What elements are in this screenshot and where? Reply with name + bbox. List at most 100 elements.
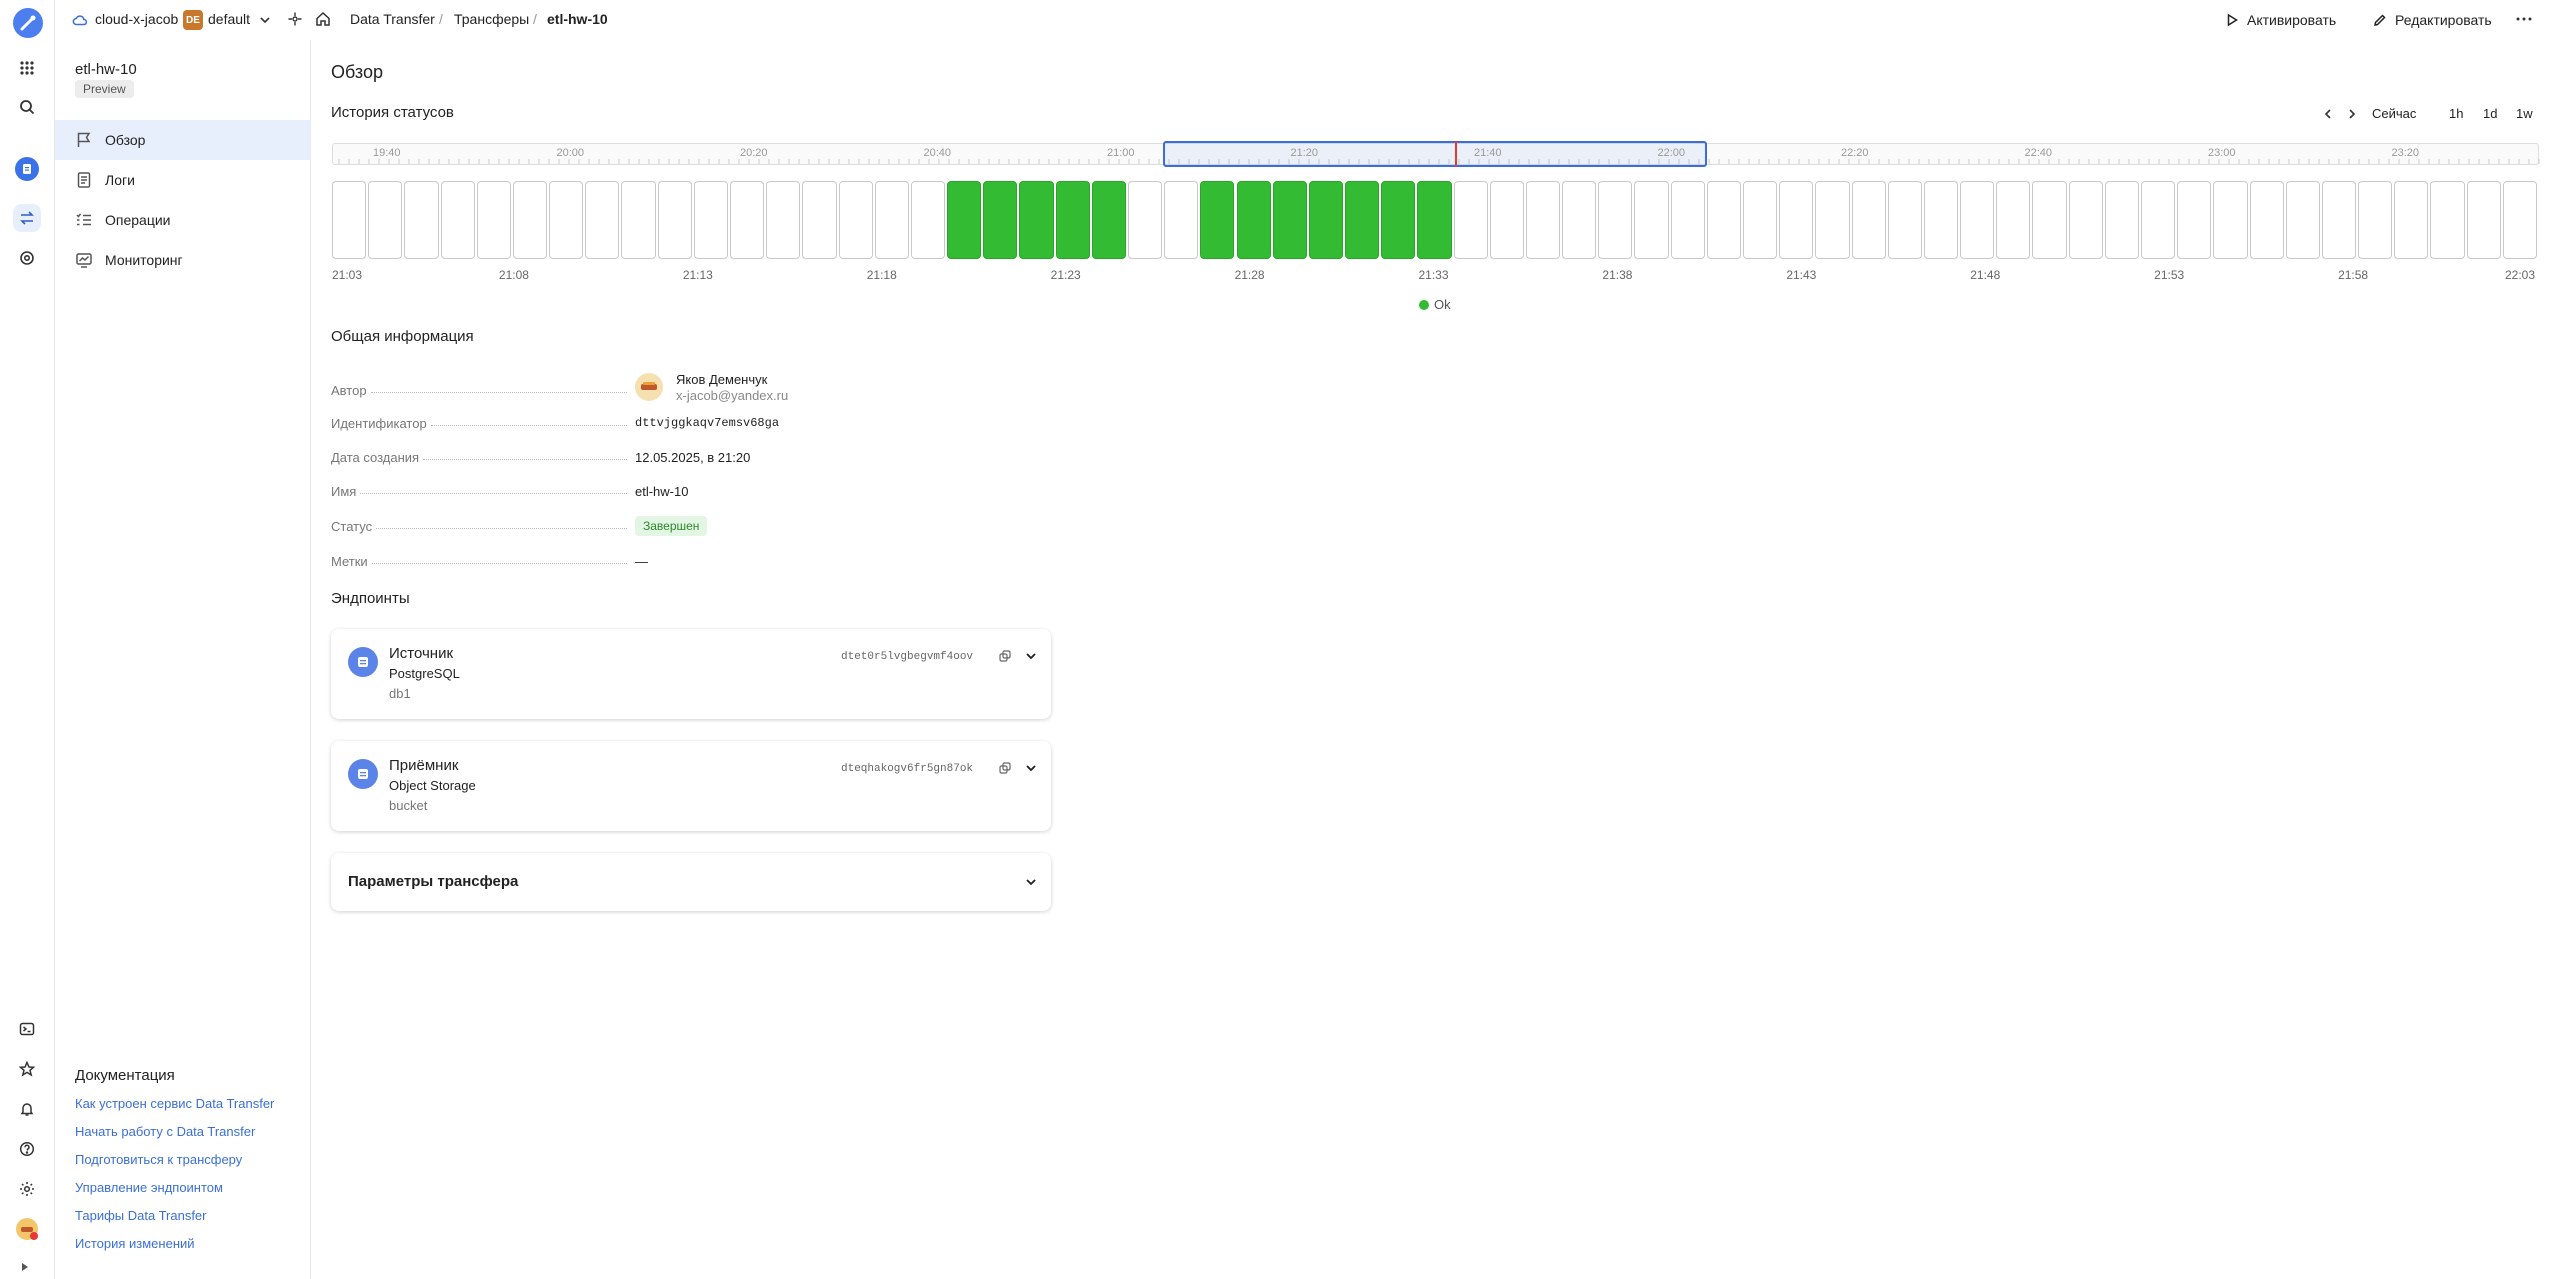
status-slot-empty[interactable]: [1779, 181, 1814, 259]
status-slot-ok[interactable]: [947, 181, 982, 259]
timeline-overview[interactable]: 19:40 20:00 20:20 20:40 21:00 21:20 21:40 22:00…: [332, 141, 2540, 167]
status-slot-ok[interactable]: [1019, 181, 1054, 259]
doc-link[interactable]: Как устроен сервис Data Transfer: [75, 1096, 274, 1111]
status-slot-ok[interactable]: [1055, 181, 1090, 259]
activate-button[interactable]: Активировать: [2225, 6, 2336, 34]
status-slot-ok[interactable]: [1200, 181, 1235, 259]
status-slot-empty[interactable]: [2141, 181, 2176, 259]
status-slot-empty[interactable]: [1562, 181, 1597, 259]
status-slot-empty[interactable]: [2032, 181, 2067, 259]
status-slot-empty[interactable]: [729, 181, 765, 259]
services-hub-icon[interactable]: [287, 11, 303, 27]
status-slot-empty[interactable]: [1706, 181, 1742, 259]
prev-period-chevron-left-icon[interactable]: [2321, 107, 2335, 121]
home-icon[interactable]: [315, 11, 331, 27]
status-slot-empty[interactable]: [1960, 181, 1995, 259]
expand-chevron-down-icon[interactable]: [1024, 875, 1038, 889]
star-icon[interactable]: [13, 1055, 41, 1083]
user-avatar[interactable]: [13, 1215, 41, 1243]
copy-icon[interactable]: [999, 762, 1011, 774]
more-actions-icon[interactable]: [2515, 10, 2533, 28]
status-slot-empty[interactable]: [1670, 181, 1705, 259]
status-slot-empty[interactable]: [440, 181, 475, 259]
status-slot-empty[interactable]: [2502, 181, 2537, 259]
status-slot-empty[interactable]: [2358, 181, 2393, 259]
status-slot-empty[interactable]: [1815, 181, 1850, 259]
timeline-window[interactable]: [1163, 141, 1707, 167]
doc-link[interactable]: Подготовиться к трансферу: [75, 1152, 242, 1167]
search-icon[interactable]: [13, 93, 41, 121]
status-slot-empty[interactable]: [1489, 181, 1524, 259]
status-slot-empty[interactable]: [657, 181, 692, 259]
logo-icon[interactable]: [13, 8, 43, 38]
status-slot-empty[interactable]: [1164, 181, 1199, 259]
sidebar-item-logs[interactable]: Логи: [55, 160, 311, 200]
endpoints-icon[interactable]: [13, 244, 41, 272]
status-slot-empty[interactable]: [1887, 181, 1922, 259]
status-slot-empty[interactable]: [476, 181, 511, 259]
range-1d-button[interactable]: 1d: [2483, 106, 2497, 121]
terminal-icon[interactable]: [13, 1015, 41, 1043]
status-slot-empty[interactable]: [1923, 181, 1959, 259]
help-icon[interactable]: [13, 1135, 41, 1163]
status-slot-empty[interactable]: [585, 181, 620, 259]
status-slot-empty[interactable]: [838, 181, 873, 259]
status-slot-empty[interactable]: [404, 181, 439, 259]
status-slot-empty[interactable]: [332, 181, 367, 259]
expand-chevron-down-icon[interactable]: [1024, 761, 1038, 775]
status-slot-empty[interactable]: [2068, 181, 2103, 259]
status-slot-ok[interactable]: [1345, 181, 1380, 259]
expand-chevron-down-icon[interactable]: [1024, 649, 1038, 663]
status-slot-ok[interactable]: [1091, 181, 1126, 259]
doc-link[interactable]: Начать работу с Data Transfer: [75, 1124, 255, 1139]
settings-gear-icon[interactable]: [13, 1175, 41, 1203]
service-datatransfer-icon[interactable]: [15, 157, 39, 181]
services-grid-icon[interactable]: [13, 54, 41, 82]
status-slot-empty[interactable]: [512, 181, 548, 259]
status-slot-empty[interactable]: [1453, 181, 1488, 259]
status-slot-empty[interactable]: [2466, 181, 2501, 259]
cloud-name[interactable]: cloud-x-jacob: [95, 11, 178, 27]
status-slot-empty[interactable]: [693, 181, 728, 259]
bell-icon[interactable]: [13, 1095, 41, 1123]
transfer-params-card[interactable]: Параметры трансфера: [331, 853, 1051, 911]
status-slot-ok[interactable]: [1236, 181, 1271, 259]
next-period-chevron-right-icon[interactable]: [2345, 107, 2359, 121]
status-slot-empty[interactable]: [2321, 181, 2357, 259]
status-slot-empty[interactable]: [1525, 181, 1561, 259]
status-slot-empty[interactable]: [1996, 181, 2031, 259]
status-slot-empty[interactable]: [2430, 181, 2465, 259]
status-slot-empty[interactable]: [910, 181, 946, 259]
range-1w-button[interactable]: 1w: [2516, 106, 2533, 121]
status-slot-ok[interactable]: [1417, 181, 1452, 259]
expand-rail-icon[interactable]: [20, 1262, 30, 1272]
doc-link[interactable]: История изменений: [75, 1236, 195, 1251]
transfers-icon[interactable]: [13, 204, 41, 232]
status-slot-empty[interactable]: [549, 181, 584, 259]
range-1h-button[interactable]: 1h: [2449, 106, 2463, 121]
status-slot-empty[interactable]: [2104, 181, 2139, 259]
status-slot-empty[interactable]: [802, 181, 837, 259]
breadcrumb-data-transfer[interactable]: Data Transfer: [350, 11, 435, 27]
edit-button[interactable]: Редактировать: [2373, 6, 2492, 34]
sidebar-item-monitoring[interactable]: Мониторинг: [55, 240, 311, 280]
status-slot-empty[interactable]: [368, 181, 403, 259]
status-slot-empty[interactable]: [2285, 181, 2320, 259]
status-slot-empty[interactable]: [1127, 181, 1163, 259]
status-slot-ok[interactable]: [1272, 181, 1307, 259]
status-slot-empty[interactable]: [1598, 181, 1633, 259]
status-slot-empty[interactable]: [621, 181, 656, 259]
status-slot-empty[interactable]: [2394, 181, 2429, 259]
now-button[interactable]: Сейчас: [2372, 106, 2416, 121]
status-slot-ok[interactable]: [983, 181, 1018, 259]
status-slot-empty[interactable]: [1851, 181, 1886, 259]
status-slot-empty[interactable]: [874, 181, 909, 259]
status-slot-empty[interactable]: [1634, 181, 1669, 259]
folder-chevron-down-icon[interactable]: [258, 13, 272, 27]
status-slot-ok[interactable]: [1308, 181, 1344, 259]
status-slot-empty[interactable]: [2177, 181, 2212, 259]
target-endpoint-card[interactable]: Приёмник Object Storage bucket dteqhakog…: [331, 741, 1051, 831]
doc-link[interactable]: Управление эндпоинтом: [75, 1180, 223, 1195]
copy-icon[interactable]: [999, 650, 1011, 662]
status-slot-empty[interactable]: [766, 181, 801, 259]
